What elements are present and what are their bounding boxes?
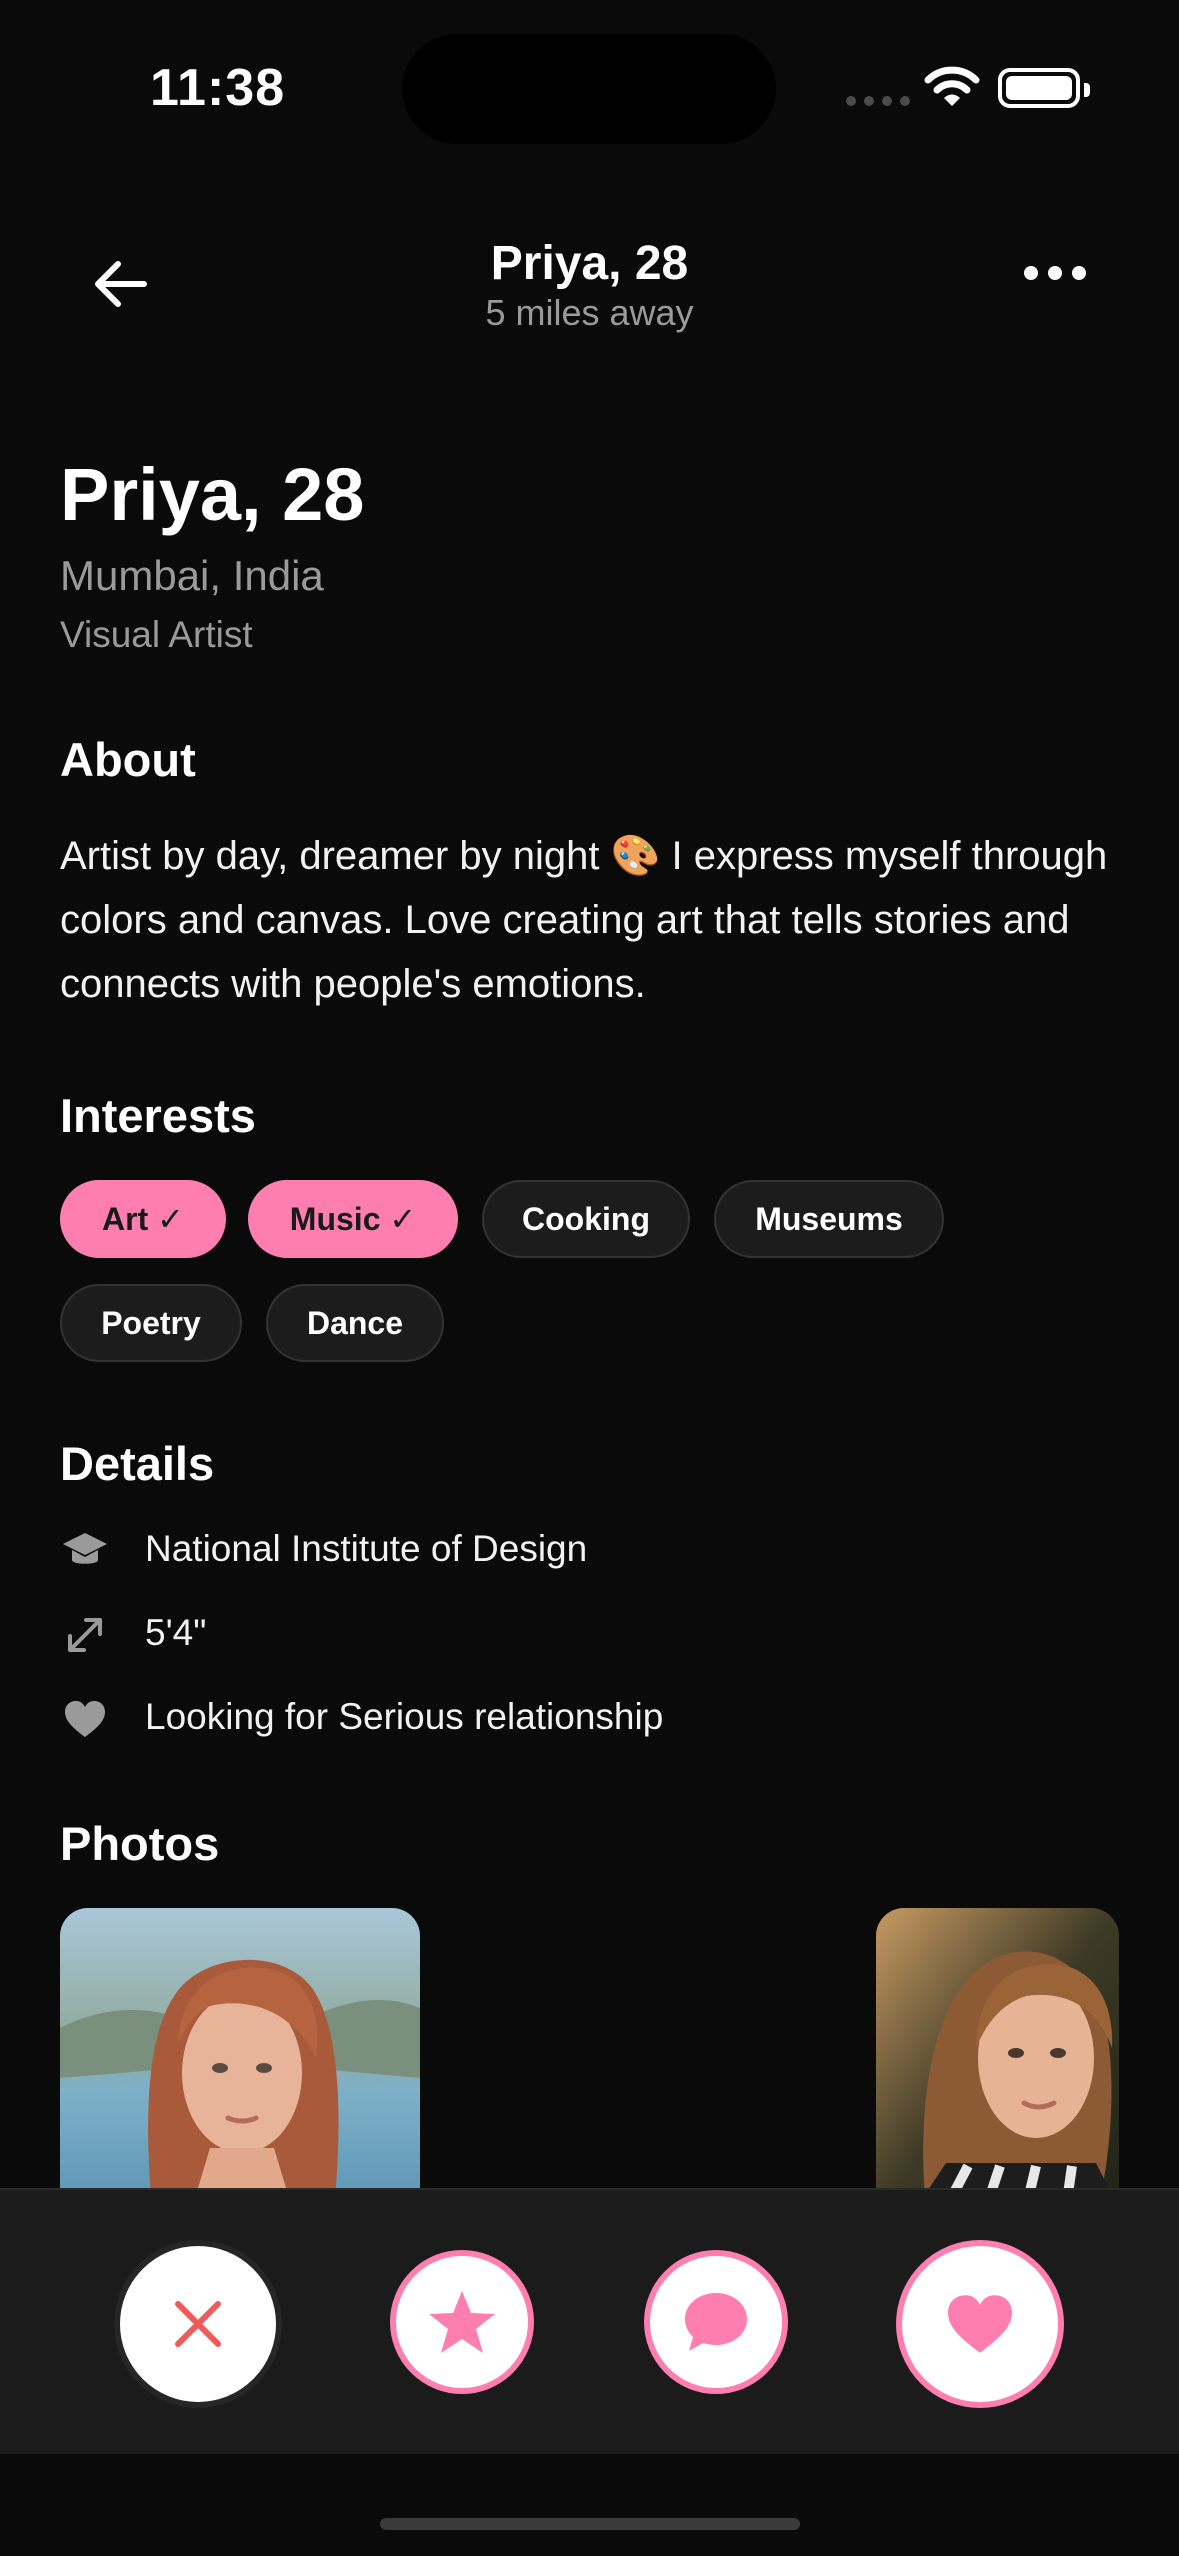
profile-location: Mumbai, India	[60, 552, 324, 599]
detail-height: 5'4"	[145, 1612, 207, 1653]
profile-screen: 11:38 Priya, 28 5 miles away Priya, 28 M…	[0, 0, 1179, 2556]
height-arrows-icon	[60, 1610, 110, 1660]
profile-name: Priya, 28	[60, 453, 365, 536]
like-button[interactable]	[896, 2240, 1064, 2408]
about-text: Artist by day, dreamer by night 🎨 I expr…	[60, 834, 1108, 1006]
graduation-cap-icon	[60, 1526, 110, 1576]
status-time: 11:38	[150, 59, 286, 117]
chat-bubble-icon	[685, 2293, 747, 2351]
more-options-button[interactable]	[1024, 266, 1086, 280]
interest-chip-dance[interactable]: Dance	[266, 1284, 444, 1362]
super-like-button[interactable]	[390, 2250, 534, 2394]
interest-chip-music[interactable]: Music ✓	[248, 1180, 458, 1258]
nav-title: Priya, 28	[490, 237, 689, 290]
wifi-icon	[924, 66, 980, 113]
nav-distance: 5 miles away	[485, 292, 694, 333]
photos-heading: Photos	[60, 1817, 220, 1870]
interest-chip-museums[interactable]: Museums	[714, 1180, 944, 1258]
heart-icon	[948, 2295, 1012, 2353]
detail-looking-for: Looking for Serious relationship	[145, 1696, 664, 1737]
close-icon	[175, 2301, 221, 2347]
interest-chip-cooking[interactable]: Cooking	[482, 1180, 690, 1258]
profile-photo-2[interactable]	[876, 1908, 1119, 2208]
star-icon	[429, 2291, 495, 2353]
home-indicator[interactable]	[380, 2518, 800, 2530]
cellular-signal-icon	[846, 96, 910, 106]
details-heading: Details	[60, 1437, 215, 1490]
interest-chip-poetry[interactable]: Poetry	[60, 1284, 242, 1362]
interest-chip-art[interactable]: Art ✓	[60, 1180, 226, 1258]
message-button[interactable]	[644, 2250, 788, 2394]
interests-heading: Interests	[60, 1089, 256, 1142]
profile-occupation: Visual Artist	[60, 614, 253, 655]
battery-icon	[998, 68, 1090, 108]
detail-education: National Institute of Design	[145, 1528, 588, 1569]
dynamic-island	[402, 34, 776, 144]
heart-icon	[60, 1694, 110, 1744]
profile-photo-1[interactable]	[60, 1908, 420, 2208]
about-heading: About	[60, 733, 196, 786]
pass-button[interactable]	[114, 2240, 282, 2408]
